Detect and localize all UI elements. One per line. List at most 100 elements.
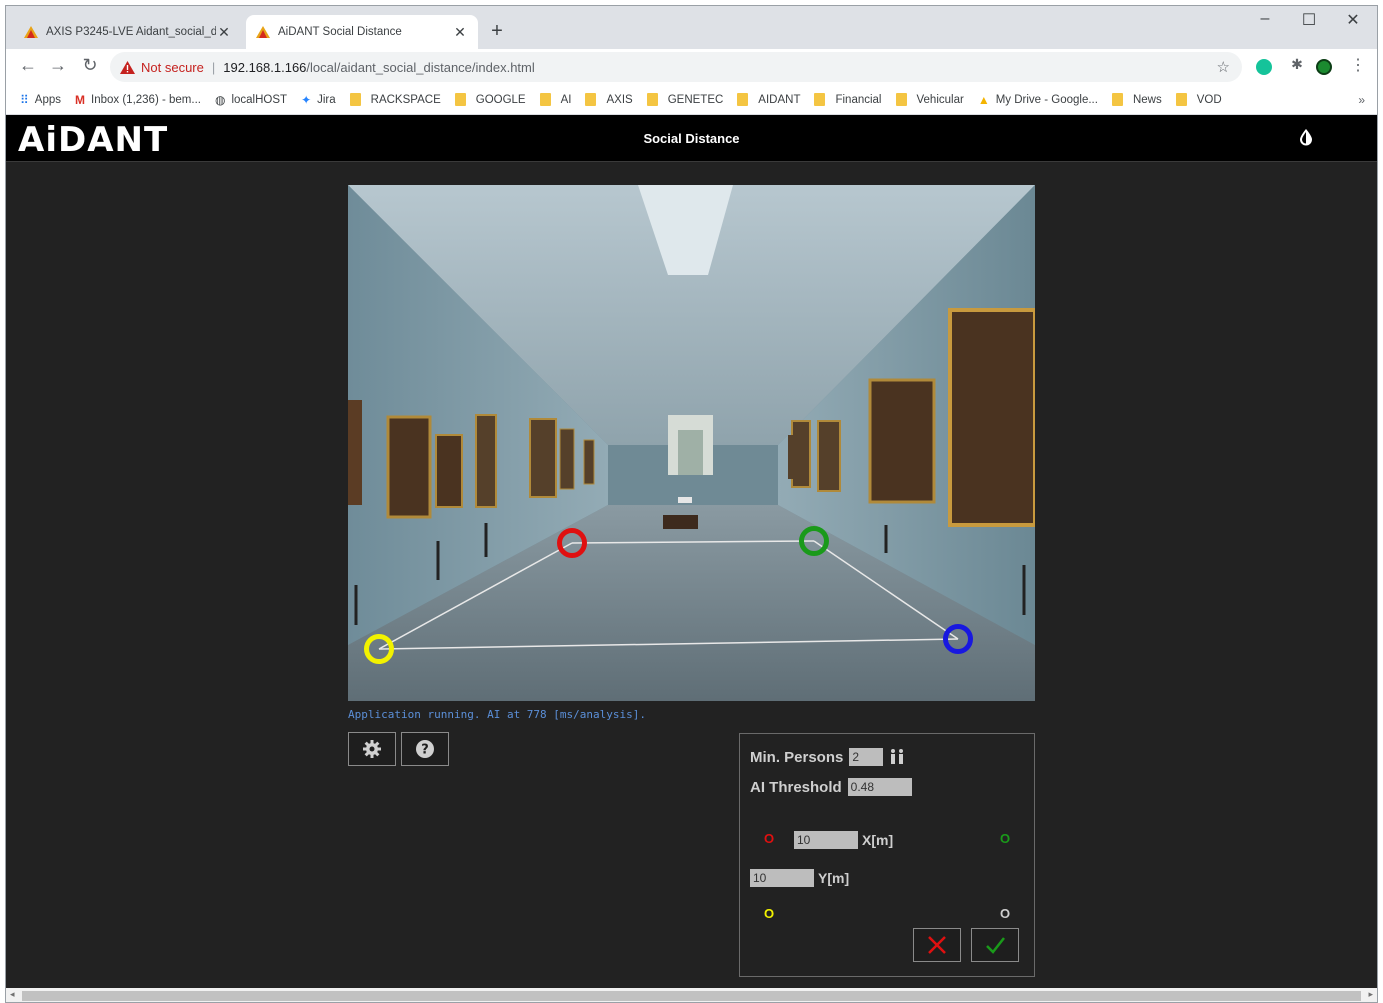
min-persons-row: Min. Persons (750, 748, 906, 766)
y-dimension-row: Y[m] (750, 869, 849, 887)
profile-avatar-icon[interactable] (1316, 59, 1332, 75)
new-tab-icon[interactable]: + (486, 20, 508, 43)
checkmark-icon (986, 937, 1005, 954)
tab-title: AiDANT Social Distance (278, 26, 402, 38)
maximize-icon[interactable]: ☐ (1289, 10, 1329, 30)
reload-icon[interactable]: ↻ (78, 55, 102, 76)
cancel-button[interactable] (913, 928, 961, 962)
x-meters-input[interactable] (794, 831, 858, 849)
folder-icon (454, 93, 466, 106)
tab-axis-camera[interactable]: AXIS P3245-LVE Aidant_social_di ✕ (14, 15, 242, 49)
axis-logo-icon (24, 26, 38, 38)
warning-icon (120, 60, 135, 74)
bookmark-label: Jira (317, 93, 336, 106)
folder-icon (1175, 93, 1187, 106)
bookmark-google[interactable]: GOOGLE (454, 93, 526, 106)
bookmark-localhost[interactable]: ◍ localHOST (215, 93, 287, 107)
bookmark-label: Apps (34, 93, 62, 106)
scrollbar-thumb[interactable] (22, 991, 1361, 1001)
window-close-icon[interactable]: ✕ (1333, 10, 1373, 30)
folder-icon (814, 93, 826, 106)
ai-threshold-input[interactable] (847, 778, 912, 796)
minimize-icon[interactable]: – (1245, 10, 1285, 28)
axis-logo-icon (256, 26, 270, 38)
status-text: Application running. AI at 778 [ms/analy… (348, 708, 647, 721)
gear-icon (363, 740, 381, 758)
y-meters-input[interactable] (750, 869, 814, 887)
url-host: 192.168.1.166 (223, 59, 307, 75)
camera-feed[interactable] (348, 185, 1035, 701)
tab-social-distance[interactable]: AiDANT Social Distance ✕ (246, 15, 478, 49)
jira-icon: ✦ (301, 92, 312, 107)
close-x-icon (928, 936, 946, 954)
yellow-corner-indicator: O (764, 906, 775, 921)
persons-icon (891, 749, 904, 764)
blue-corner-indicator: O (1000, 906, 1011, 921)
ai-threshold-label: AI Threshold (750, 778, 842, 796)
menu-kebab-icon[interactable]: ⋮ (1346, 55, 1370, 75)
security-label[interactable]: Not secure (141, 60, 204, 75)
close-icon[interactable]: ✕ (452, 24, 468, 41)
bookmark-apps[interactable]: ⠿ Apps (20, 93, 61, 107)
address-bar[interactable]: Not secure | 192.168.1.166/local/aidant_… (110, 52, 1242, 82)
folder-icon (895, 93, 907, 106)
bookmark-jira[interactable]: ✦ Jira (301, 93, 336, 107)
forward-arrow-icon[interactable]: → (46, 55, 70, 76)
gmail-icon: M (75, 92, 86, 107)
bookmark-axis[interactable]: AXIS (585, 93, 633, 106)
close-icon[interactable]: ✕ (216, 24, 232, 41)
bookmark-financial[interactable]: Financial (814, 93, 882, 106)
extensions-puzzle-icon[interactable]: ✱ (1285, 56, 1309, 73)
url-separator: | (211, 59, 216, 75)
horizontal-scrollbar[interactable]: ◂ ▸ (6, 988, 1377, 1002)
bookmark-vod[interactable]: VOD (1175, 93, 1222, 106)
bookmark-rackspace[interactable]: RACKSPACE (349, 93, 441, 106)
bookmark-label: Financial (835, 93, 882, 106)
scroll-left-icon[interactable]: ◂ (10, 989, 15, 1000)
bookmarks-overflow-icon[interactable]: » (1358, 93, 1365, 107)
bookmark-label: News (1132, 93, 1162, 106)
tab-strip: AXIS P3245-LVE Aidant_social_di ✕ AiDANT… (6, 6, 1377, 49)
folder-icon (539, 93, 551, 106)
bookmark-label: GOOGLE (475, 93, 526, 106)
apps-grid-icon: ⠿ (20, 92, 29, 107)
folder-icon (737, 93, 749, 106)
url-path: /local/aidant_social_distance/index.html (306, 59, 535, 75)
bookmark-star-icon[interactable]: ☆ (1217, 58, 1230, 76)
back-arrow-icon[interactable]: ← (16, 55, 40, 76)
globe-icon: ◍ (214, 92, 226, 107)
bookmark-inbox[interactable]: M Inbox (1,236) - bem... (75, 93, 201, 107)
x-unit-label: X[m] (862, 832, 894, 848)
bookmark-my-drive[interactable]: ▲ My Drive - Google... (978, 93, 1098, 107)
tab-title: AXIS P3245-LVE Aidant_social_di (46, 26, 216, 38)
confirm-button[interactable] (971, 928, 1019, 962)
grammarly-extension-icon[interactable] (1256, 59, 1272, 75)
help-question-icon: ? (416, 740, 434, 758)
bookmark-ai[interactable]: AI (539, 93, 572, 106)
bookmark-genetec[interactable]: GENETEC (646, 93, 723, 106)
bookmark-aidant[interactable]: AIDANT (737, 93, 800, 106)
bookmark-news[interactable]: News (1111, 93, 1162, 106)
app-content: Application running. AI at 778 [ms/analy… (6, 162, 1377, 988)
settings-button[interactable] (348, 732, 396, 766)
bookmark-vehicular[interactable]: Vehicular (895, 93, 964, 106)
browser-window: AXIS P3245-LVE Aidant_social_di ✕ AiDANT… (5, 5, 1378, 1003)
min-persons-label: Min. Persons (750, 748, 844, 766)
bookmark-label: Inbox (1,236) - bem... (91, 93, 201, 106)
x-dimension-row: X[m] (794, 831, 893, 849)
theme-toggle-drop-icon[interactable] (1297, 128, 1315, 146)
min-persons-input[interactable] (849, 748, 884, 766)
scroll-right-icon[interactable]: ▸ (1368, 989, 1373, 1000)
help-button[interactable]: ? (401, 732, 449, 766)
bookmark-label: VOD (1196, 93, 1222, 106)
settings-panel: Min. Persons AI Threshold O X[m] O Y[m] … (739, 733, 1035, 977)
folder-icon (1111, 93, 1123, 106)
bookmark-label: My Drive - Google... (995, 93, 1098, 106)
bookmark-label: Vehicular (916, 93, 964, 106)
bookmark-label: localHOST (231, 93, 288, 106)
red-corner-indicator: O (764, 831, 775, 846)
folder-icon (349, 93, 361, 106)
bookmarks-bar: ⠿ Apps M Inbox (1,236) - bem... ◍ localHOST… (6, 85, 1377, 115)
bookmark-label: AI (560, 93, 572, 106)
page-title: Social Distance (643, 131, 740, 146)
